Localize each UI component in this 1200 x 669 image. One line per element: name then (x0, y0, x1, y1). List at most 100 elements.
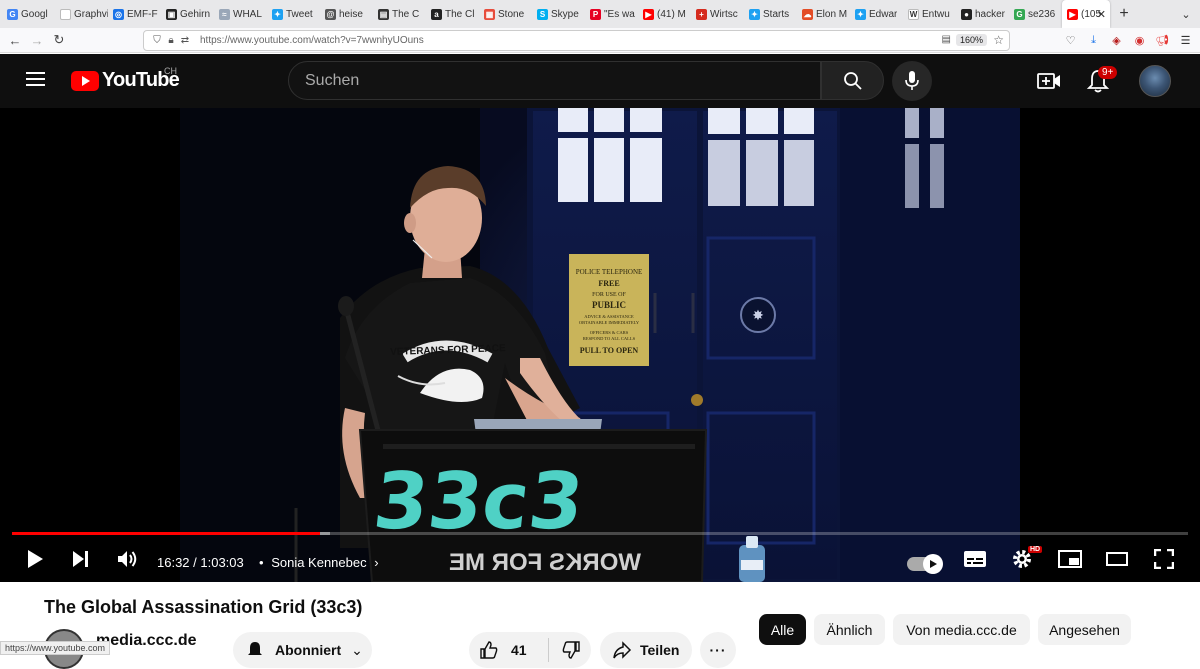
browser-tab[interactable]: ☁ Elon M (797, 0, 850, 28)
chip-all[interactable]: Alle (759, 614, 806, 645)
browser-tab[interactable]: P "Es wa (585, 0, 638, 28)
subtitles-button[interactable] (962, 546, 988, 572)
browser-tab[interactable]: ✦ Tweet (267, 0, 320, 28)
downloads-icon[interactable]: ⤓ (1085, 32, 1102, 49)
voice-search-button[interactable] (892, 61, 932, 101)
svg-text:FREE: FREE (598, 279, 619, 288)
back-button[interactable]: ← (4, 29, 26, 51)
youtube-logo[interactable]: YouTube CH (71, 66, 180, 92)
tab-active[interactable]: ▶ (105 ✕ (1062, 0, 1110, 28)
hd-badge: HD (1028, 546, 1043, 553)
list-all-tabs-button[interactable]: ⌄ (1172, 0, 1200, 28)
create-video-icon[interactable] (1036, 69, 1062, 93)
tab-title: Stone (498, 8, 525, 20)
like-dislike-group: 41 (469, 632, 591, 668)
new-tab-button[interactable]: + (1110, 0, 1138, 28)
thumbs-up-icon (480, 641, 498, 659)
mute-button[interactable] (114, 546, 140, 572)
more-horizontal-icon: ··· (709, 642, 727, 658)
svg-text:RESPOND TO ALL CALLS: RESPOND TO ALL CALLS (583, 336, 636, 341)
zoom-level[interactable]: 160% (955, 34, 987, 46)
browser-tab[interactable]: ✦ Edwar (850, 0, 903, 28)
next-button[interactable] (68, 546, 94, 572)
share-icon (613, 641, 632, 659)
browser-navigation-bar: ← → ↻ ⛉ 🔒︎ ⇄ https://www.youtube.com/wat… (0, 28, 1200, 53)
browser-tab[interactable]: ✦ Starts (744, 0, 797, 28)
miniplayer-button[interactable] (1057, 546, 1083, 572)
browser-tab[interactable]: + Wirtsc (691, 0, 744, 28)
browser-tab[interactable]: G Googl (2, 0, 55, 28)
browser-tab[interactable]: S Skype (532, 0, 585, 28)
search-button[interactable] (821, 61, 884, 100)
browser-tab[interactable]: Gse236 (1009, 0, 1062, 28)
chip-watched[interactable]: Angesehen (1038, 614, 1131, 645)
extension-megaphone-icon[interactable]: 📢︎ (1154, 32, 1171, 49)
chip-related[interactable]: Ähnlich (814, 614, 885, 645)
browser-tab[interactable]: ◎ EMF-F (108, 0, 161, 28)
bookmark-star-icon[interactable]: ☆ (993, 33, 1004, 47)
tab-favicon-icon: ✦ (272, 8, 283, 20)
share-button[interactable]: Teilen (600, 632, 692, 668)
reader-view-icon[interactable]: ▤ (942, 34, 951, 45)
tab-title: Edwar (869, 8, 898, 20)
miniplayer-icon (1058, 550, 1082, 568)
url-text[interactable]: https://www.youtube.com/watch?v=7wwnhyUO… (200, 35, 424, 46)
reload-button[interactable]: ↻ (48, 29, 70, 51)
tab-title: The Cl (445, 8, 475, 20)
account-avatar[interactable] (1139, 65, 1171, 97)
browser-tab[interactable]: ▶ (41) M (638, 0, 691, 28)
chapter-title[interactable]: • Sonia Kennebec › (259, 555, 379, 570)
volume-icon (118, 551, 137, 567)
like-button[interactable]: 41 (469, 638, 549, 662)
tab-favicon-icon: ▦ (484, 8, 495, 20)
permissions-icon[interactable]: ⇄ (178, 35, 192, 46)
tab-title: EMF-F (127, 8, 158, 20)
chip-from-channel[interactable]: Von media.ccc.de (893, 614, 1030, 645)
lock-icon[interactable]: 🔒︎ (164, 35, 178, 46)
tab-favicon-icon: P (590, 8, 601, 20)
shield-icon[interactable]: ⛉ (150, 35, 164, 46)
chevron-right-icon: › (374, 555, 379, 570)
video-progress-bar[interactable] (12, 532, 1188, 535)
browser-tab[interactable]: a The Cl (426, 0, 479, 28)
browser-tab[interactable]: ≈ WHAL (214, 0, 267, 28)
browser-tab[interactable]: ▣ Gehirn (161, 0, 214, 28)
subscribe-label: Abonniert (275, 642, 342, 658)
svg-text:OBTAINABLE IMMEDIATELY: OBTAINABLE IMMEDIATELY (579, 320, 640, 325)
extension-icon[interactable]: ◈ (1108, 32, 1125, 49)
theater-mode-icon (1106, 552, 1128, 566)
browser-tab[interactable]: @ heise (320, 0, 373, 28)
video-player[interactable]: POLICE TELEPHONE FREE FOR USE OF PUBLIC … (0, 108, 1200, 582)
fullscreen-button[interactable] (1151, 546, 1177, 572)
browser-tab[interactable]: Graphviz (55, 0, 108, 28)
like-count: 41 (511, 642, 527, 658)
browser-tab[interactable]: ▤ The C (373, 0, 426, 28)
theater-mode-button[interactable] (1104, 546, 1130, 572)
tab-title: The C (392, 8, 420, 20)
tab-favicon-icon: ▤ (378, 8, 389, 20)
tab-title: hacker (975, 8, 1006, 20)
search-input[interactable]: Suchen (288, 61, 821, 100)
autoplay-knob (923, 554, 943, 574)
video-frame: POLICE TELEPHONE FREE FOR USE OF PUBLIC … (0, 108, 1200, 582)
tab-title: WHAL (233, 8, 262, 20)
hamburger-menu-icon[interactable] (26, 72, 45, 87)
address-bar[interactable]: ⛉ 🔒︎ ⇄ https://www.youtube.com/watch?v=7… (143, 30, 1010, 51)
more-actions-button[interactable]: ··· (700, 632, 736, 668)
svg-text:OFFICERS & CARS: OFFICERS & CARS (590, 330, 629, 335)
browser-tab[interactable]: ▦ Stone (479, 0, 532, 28)
extension-adblock-icon[interactable]: ◉ (1131, 32, 1148, 49)
menu-icon[interactable]: ☰ (1177, 32, 1194, 49)
close-tab-icon[interactable]: ✕ (1097, 8, 1106, 21)
tab-title: Graphviz (74, 8, 108, 20)
browser-tab[interactable]: ● hacker (956, 0, 1009, 28)
subscribe-button[interactable]: Abonniert ⌄ (233, 632, 372, 668)
play-button[interactable] (22, 546, 48, 572)
chapter-label: Sonia Kennebec (271, 555, 367, 570)
forward-button[interactable]: → (26, 29, 48, 51)
pocket-icon[interactable]: ♡ (1062, 32, 1079, 49)
channel-name[interactable]: media.ccc.de (96, 632, 197, 650)
autoplay-toggle[interactable] (907, 554, 943, 574)
dislike-button[interactable] (549, 640, 581, 660)
browser-tab[interactable]: W Entwu (903, 0, 956, 28)
